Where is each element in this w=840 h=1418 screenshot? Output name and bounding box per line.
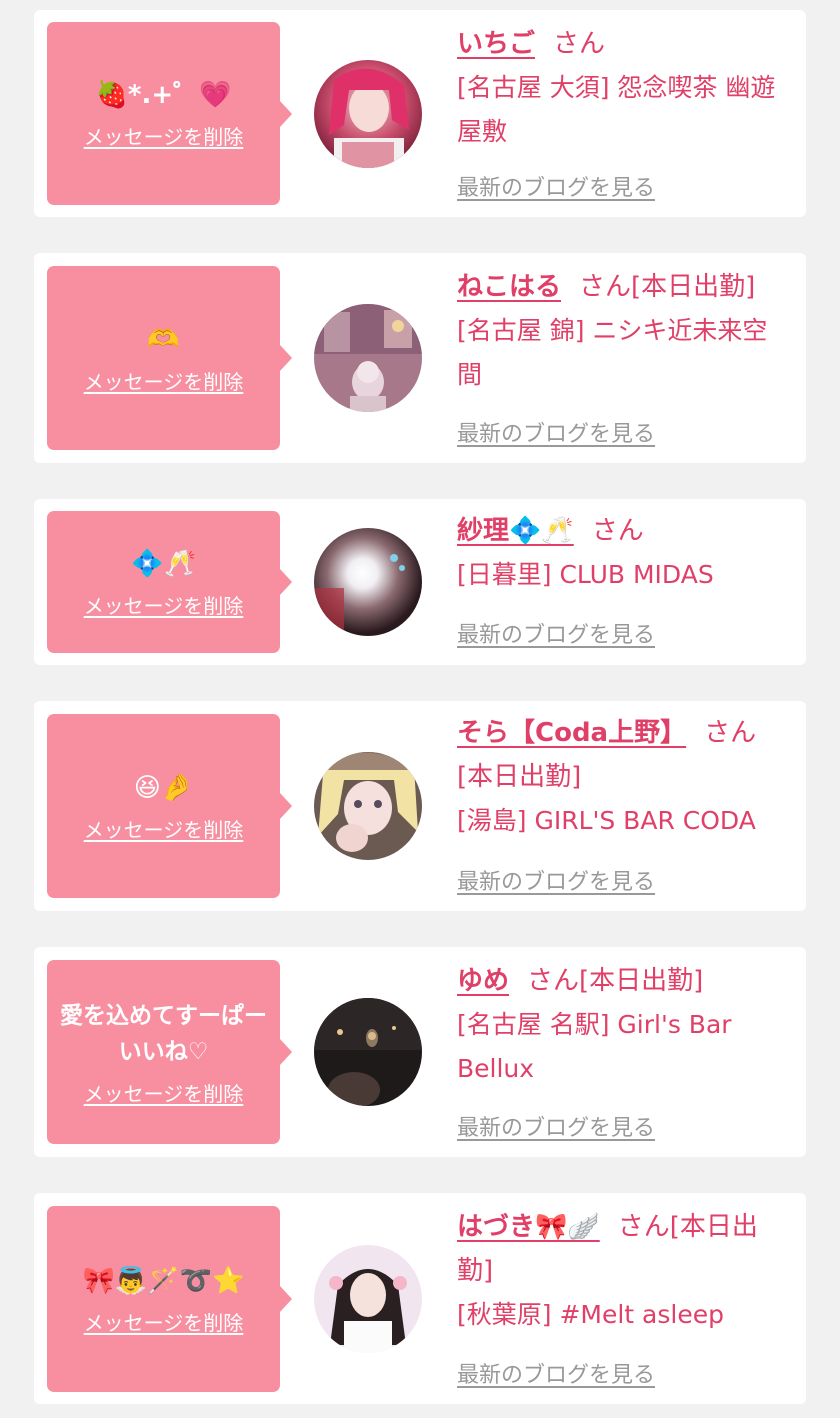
shop-text: [名古屋 名駅] Girl's Bar Bellux	[457, 1010, 732, 1083]
favorite-card: 🍓*.+゜💗 メッセージを削除 いちご さん [名古屋 大須] 怨念喫茶 幽遊屋敷…	[34, 10, 806, 217]
delete-message-link[interactable]: メッセージを削除	[84, 590, 244, 619]
honorific: さん	[553, 29, 606, 59]
delete-message-link[interactable]: メッセージを削除	[84, 1078, 244, 1107]
avatar[interactable]	[314, 752, 422, 860]
profile-name-link[interactable]: はづき🎀🪽	[457, 1212, 600, 1242]
favorite-card: 😆🤌 メッセージを削除 そら【Coda上野】 さん [本日出勤] [湯島] GIRL…	[34, 701, 806, 911]
profile-name-link[interactable]: ねこはる	[457, 272, 561, 302]
honorific: さん	[527, 966, 580, 996]
avatar[interactable]	[314, 1245, 422, 1353]
status-text: [本日出勤]	[579, 966, 704, 996]
profile-info: そら【Coda上野】 さん [本日出勤] [湯島] GIRL'S BAR CODA	[457, 711, 792, 843]
delete-message-link[interactable]: メッセージを削除	[84, 1307, 244, 1336]
status-text: [本日出勤]	[631, 272, 756, 302]
name-line: ゆめ さん[本日出勤]	[457, 959, 792, 1003]
profile-name-link[interactable]: いちご	[457, 29, 535, 59]
avatar[interactable]	[314, 998, 422, 1106]
message-text: 💠🥂	[131, 548, 196, 579]
message-bubble: 💠🥂 メッセージを削除	[47, 511, 292, 653]
shop-text: [秋葉原] #Melt asleep	[457, 1300, 724, 1329]
profile-info: いちご さん [名古屋 大須] 怨念喫茶 幽遊屋敷	[457, 22, 792, 154]
name-line: 紗理💠🥂 さん	[457, 509, 792, 553]
name-line: いちご さん	[457, 22, 792, 66]
message-bubble: 🫶 メッセージを削除	[47, 266, 292, 450]
shop-text: [名古屋 大須] 怨念喫茶 幽遊屋敷	[457, 73, 776, 146]
name-line: そら【Coda上野】 さん [本日出勤]	[457, 711, 792, 799]
honorific: さん	[704, 718, 757, 748]
delete-message-link[interactable]: メッセージを削除	[84, 121, 244, 150]
message-bubble: 愛を込めてすーぱーいいね♡ メッセージを削除	[47, 960, 292, 1144]
message-text: 🫶	[147, 324, 180, 355]
avatar[interactable]	[314, 60, 422, 168]
profile-info: ねこはる さん[本日出勤] [名古屋 錦] ニシキ近未来空間	[457, 265, 792, 397]
honorific: さん	[579, 272, 632, 302]
profile-name-link[interactable]: 紗理💠🥂	[457, 516, 574, 546]
favorite-card: 🎀👼🪄➰⭐ メッセージを削除 はづき🎀🪽 さん[本日出勤] [秋葉原] #Melt…	[34, 1193, 806, 1404]
shop-text: [名古屋 錦] ニシキ近未来空間	[457, 316, 768, 389]
shop-text: [湯島] GIRL'S BAR CODA	[457, 806, 756, 835]
name-line: はづき🎀🪽 さん[本日出勤]	[457, 1205, 792, 1293]
latest-blog-link[interactable]: 最新のブログを見る	[457, 617, 655, 649]
latest-blog-link[interactable]: 最新のブログを見る	[457, 1110, 655, 1142]
avatar[interactable]	[314, 528, 422, 636]
message-bubble: 🎀👼🪄➰⭐ メッセージを削除	[47, 1206, 292, 1392]
honorific: さん	[591, 516, 644, 546]
message-bubble: 🍓*.+゜💗 メッセージを削除	[47, 22, 292, 205]
message-text: 🎀👼🪄➰⭐	[82, 1265, 245, 1296]
favorite-card: 愛を込めてすーぱーいいね♡ メッセージを削除 ゆめ さん[本日出勤] [名古屋 名…	[34, 947, 806, 1157]
profile-info: 紗理💠🥂 さん [日暮里] CLUB MIDAS	[457, 509, 792, 597]
message-text: 🍓*.+゜💗	[95, 80, 232, 110]
message-bubble: 😆🤌 メッセージを削除	[47, 714, 292, 898]
shop-text: [日暮里] CLUB MIDAS	[457, 560, 714, 589]
honorific: さん	[617, 1212, 670, 1242]
profile-info: ゆめ さん[本日出勤] [名古屋 名駅] Girl's Bar Bellux	[457, 959, 792, 1091]
delete-message-link[interactable]: メッセージを削除	[84, 366, 244, 395]
delete-message-link[interactable]: メッセージを削除	[84, 814, 244, 843]
profile-info: はづき🎀🪽 さん[本日出勤] [秋葉原] #Melt asleep	[457, 1205, 792, 1337]
latest-blog-link[interactable]: 最新のブログを見る	[457, 416, 655, 448]
latest-blog-link[interactable]: 最新のブログを見る	[457, 170, 655, 202]
avatar[interactable]	[314, 304, 422, 412]
favorite-card: 💠🥂 メッセージを削除 紗理💠🥂 さん [日暮里] CLUB MIDAS 最新のブ…	[34, 499, 806, 665]
message-text: 愛を込めてすーぱーいいね♡	[60, 1002, 267, 1065]
latest-blog-link[interactable]: 最新のブログを見る	[457, 1357, 655, 1389]
message-text: 😆🤌	[133, 772, 194, 803]
profile-name-link[interactable]: ゆめ	[457, 966, 509, 996]
name-line: ねこはる さん[本日出勤]	[457, 265, 792, 309]
status-text: [本日出勤]	[457, 762, 582, 792]
latest-blog-link[interactable]: 最新のブログを見る	[457, 864, 655, 896]
profile-name-link[interactable]: そら【Coda上野】	[457, 718, 686, 748]
favorite-card: 🫶 メッセージを削除 ねこはる さん[本日出勤] [名古屋 錦] ニシキ近未来空間…	[34, 253, 806, 463]
